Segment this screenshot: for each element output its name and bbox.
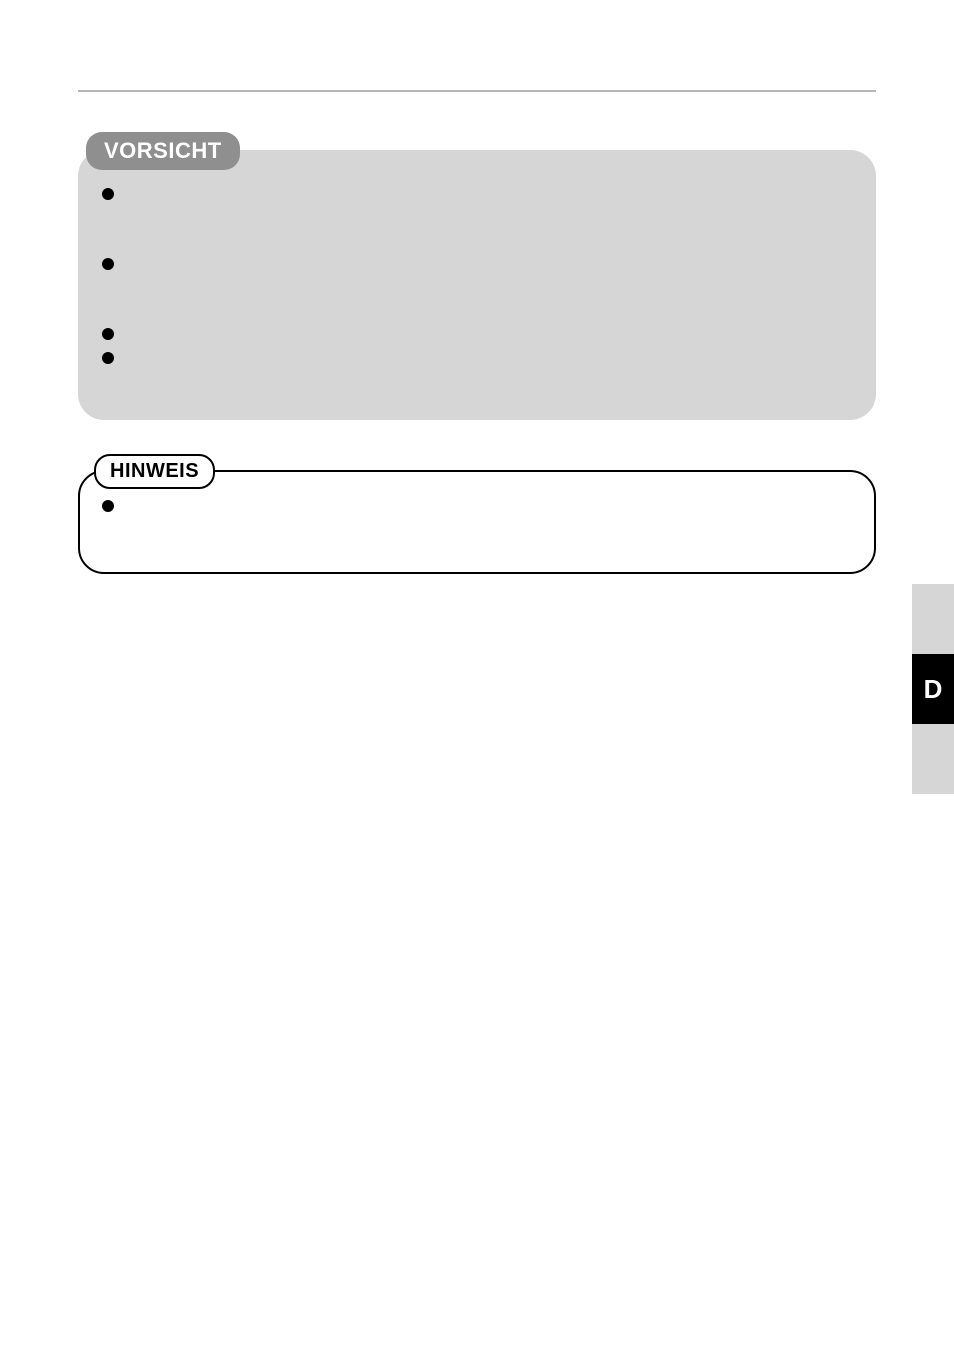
bullet-icon: [102, 500, 114, 512]
bullet-icon: [102, 188, 114, 200]
side-tab-strip: D: [912, 584, 954, 794]
hinweis-callout: HINWEIS: [78, 454, 876, 574]
side-tab-label: D: [924, 674, 943, 705]
side-tab-inactive-top: [912, 584, 954, 654]
bullet-icon: [102, 328, 114, 340]
hinweis-label: HINWEIS: [94, 454, 215, 489]
bullet-icon: [102, 352, 114, 364]
top-divider: [78, 90, 876, 92]
list-item: [102, 256, 852, 270]
vorsicht-callout: VORSICHT: [78, 150, 876, 420]
list-item: [102, 498, 852, 512]
hinweis-bullet-list: [102, 498, 852, 544]
side-tab-inactive-bottom: [912, 724, 954, 794]
side-tab-active: D: [912, 654, 954, 724]
bullet-icon: [102, 258, 114, 270]
vorsicht-bullet-list: [102, 186, 852, 396]
list-item: [102, 186, 852, 200]
vorsicht-label: VORSICHT: [86, 132, 240, 170]
list-item: [102, 350, 852, 364]
list-item: [102, 326, 852, 340]
